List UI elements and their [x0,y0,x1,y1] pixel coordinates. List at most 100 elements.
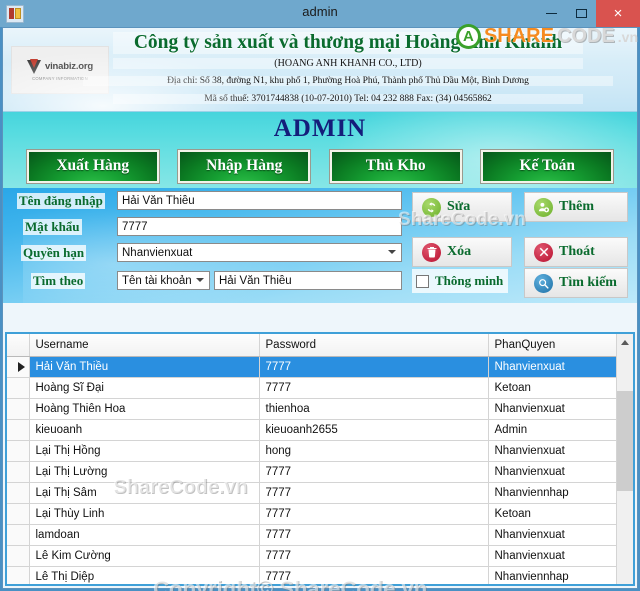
cell-password[interactable]: 7777 [259,482,489,504]
nav-button-nhap-hang[interactable]: Nhập Hàng [178,149,311,183]
table-header-row: Username Password PhanQuyen [7,334,621,357]
search-by-select[interactable]: Tên tài khoản [117,271,210,290]
cell-phanquyen[interactable]: Nhanvienxuat [488,398,621,420]
table-row[interactable]: Lại Thùy Linh 7777 Ketoan [7,503,621,525]
cell-username[interactable]: Lại Thị Sâm [29,482,260,504]
column-header-username[interactable]: Username [29,334,260,357]
cell-phanquyen[interactable]: Nhanvienxuat [488,440,621,462]
row-selector-cell[interactable] [7,377,30,399]
cell-password[interactable]: 7777 [259,377,489,399]
search-term-input[interactable] [214,271,402,290]
cell-username[interactable]: Hải Văn Thiều [29,356,260,378]
cell-password[interactable]: 7777 [259,503,489,525]
row-selector-cell[interactable] [7,503,30,525]
exit-button[interactable]: Thoát [524,237,628,267]
username-input[interactable] [117,191,402,210]
smart-search-checkbox[interactable]: Thông minh [412,269,509,293]
row-selector-cell[interactable] [7,482,30,504]
cell-username[interactable]: kieuoanh [29,419,260,441]
company-logo: vinabiz.org COMPANY INFORMATION [11,46,109,94]
cell-password[interactable]: 7777 [259,356,489,378]
table-row[interactable]: Lê Kim Cường 7777 Nhanvienxuat [7,545,621,567]
close-button[interactable]: × [596,0,640,27]
table-row[interactable]: Lại Thị Hồng hong Nhanvienxuat [7,440,621,462]
grid-vertical-scrollbar[interactable] [616,334,633,584]
cell-password[interactable]: hong [259,440,489,462]
nav-row: Xuất Hàng Nhập Hàng Thủ Kho Kế Toán [3,147,637,185]
cell-password[interactable]: 7777 [259,545,489,567]
row-selector-cell[interactable] [7,545,30,567]
table-row[interactable]: Lại Thị Sâm 7777 Nhanviennhap [7,482,621,504]
table-row[interactable]: lamdoan 7777 Nhanvienxuat [7,524,621,546]
table-body: Hải Văn Thiều 7777 Nhanvienxuat Hoàng Sĩ Đạ… [7,356,621,584]
cell-phanquyen[interactable]: Nhanvienxuat [488,461,621,483]
nav-button-ke-toan[interactable]: Kế Toán [481,149,614,183]
cell-phanquyen[interactable]: Admin [488,419,621,441]
cell-phanquyen[interactable]: Ketoan [488,503,621,525]
users-grid: Username Password PhanQuyen Hải Văn Thiề… [5,332,635,586]
column-header-selector[interactable] [7,334,30,357]
cell-username[interactable]: lamdoan [29,524,260,546]
cell-phanquyen[interactable]: Nhanvienxuat [488,524,621,546]
cell-username[interactable]: Lê Kim Cường [29,545,260,567]
trash-icon [422,242,441,262]
company-address: Địa chỉ: Số 38, đường N1, khu phố 1, Phư… [83,76,613,86]
scroll-up-arrow-icon[interactable] [617,334,633,351]
company-logo-text: vinabiz.org [45,61,93,72]
user-add-icon [534,197,553,217]
table-row[interactable]: Hoàng Sĩ Đại 7777 Ketoan [7,377,621,399]
search-button[interactable]: Tìm kiếm [524,268,628,298]
nav-button-thu-kho[interactable]: Thủ Kho [329,149,462,183]
cell-password[interactable]: 7777 [259,524,489,546]
column-header-password[interactable]: Password [259,334,489,357]
sharecode-badge-icon: A [455,24,481,49]
row-selector-cell[interactable] [7,440,30,462]
cell-phanquyen[interactable]: Ketoan [488,377,621,399]
search-icon [534,273,553,293]
users-table: Username Password PhanQuyen Hải Văn Thiề… [7,334,621,584]
cell-username[interactable]: Hoàng Sĩ Đại [29,377,260,399]
role-select[interactable]: Nhanvienxuat [117,243,402,262]
table-row[interactable]: Lê Thị Diệp 7777 Nhanviennhap [7,566,621,584]
cell-password[interactable]: 7777 [259,461,489,483]
cell-username[interactable]: Lại Thùy Linh [29,503,260,525]
add-button[interactable]: Thêm [524,192,628,222]
cell-phanquyen[interactable]: Nhanviennhap [488,482,621,504]
cell-password[interactable]: 7777 [259,566,489,584]
row-selector-cell[interactable] [7,461,30,483]
scrollbar-thumb[interactable] [617,391,633,491]
add-button-label: Thêm [559,199,594,214]
cell-password[interactable]: kieuoanh2655 [259,419,489,441]
row-selector-cell[interactable] [7,419,30,441]
cell-username[interactable]: Lại Thị Lường [29,461,260,483]
form-panel: Tên đăng nhập Mật khẩu Quyền hạn Tìm the… [3,188,637,303]
cell-phanquyen[interactable]: Nhanvienxuat [488,545,621,567]
company-logo-subtext: COMPANY INFORMATION [32,76,88,81]
cell-password[interactable]: thienhoa [259,398,489,420]
table-row[interactable]: Lại Thị Lường 7777 Nhanvienxuat [7,461,621,483]
row-selector-cell[interactable] [7,356,30,378]
table-row[interactable]: Hải Văn Thiều 7777 Nhanvienxuat [7,356,621,378]
table-row[interactable]: Hoàng Thiên Hoa thienhoa Nhanvienxuat [7,398,621,420]
username-label: Tên đăng nhập [17,193,105,209]
close-circle-icon [534,242,553,262]
delete-button[interactable]: Xóa [412,237,512,267]
cell-username[interactable]: Lại Thị Hồng [29,440,260,462]
sharecode-logo-share: SHARE [483,25,554,47]
password-label: Mật khẩu [23,219,82,235]
window-controls: × [536,0,640,27]
maximize-button[interactable] [566,0,596,27]
row-selector-cell[interactable] [7,398,30,420]
nav-button-xuat-hang[interactable]: Xuất Hàng [26,149,159,183]
cell-phanquyen[interactable]: Nhanviennhap [488,566,621,584]
cell-username[interactable]: Hoàng Thiên Hoa [29,398,260,420]
cell-username[interactable]: Lê Thị Diệp [29,566,260,584]
table-row[interactable]: kieuoanh kieuoanh2655 Admin [7,419,621,441]
row-selector-cell[interactable] [7,566,30,584]
role-select-value: Nhanvienxuat [122,246,193,259]
edit-button[interactable]: Sửa [412,192,512,222]
password-input[interactable] [117,217,402,236]
column-header-phanquyen[interactable]: PhanQuyen [488,334,621,357]
row-selector-cell[interactable] [7,524,30,546]
cell-phanquyen[interactable]: Nhanvienxuat [488,356,621,378]
